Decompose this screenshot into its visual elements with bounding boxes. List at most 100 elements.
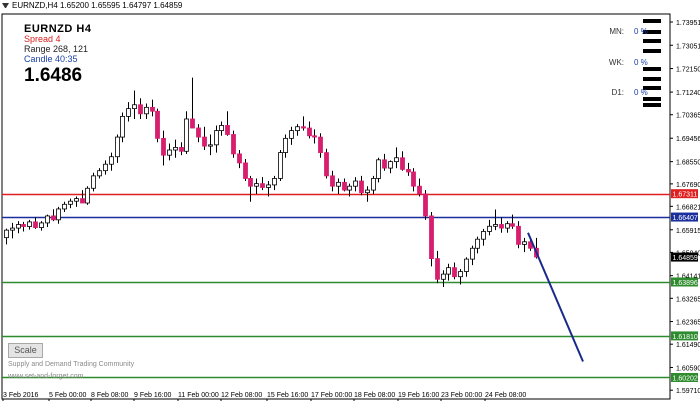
candle-body xyxy=(144,106,149,115)
candle-body xyxy=(307,127,312,137)
candle-body xyxy=(475,238,480,249)
candle-body xyxy=(382,159,387,169)
candle-body xyxy=(190,118,195,129)
tf-label: MN: xyxy=(609,27,624,36)
candle-body xyxy=(318,136,323,153)
price-tag-support: 1.60202 xyxy=(671,372,698,382)
tf-row-monthly: MN: 0 % xyxy=(602,27,647,36)
tf-indicator-bar xyxy=(643,19,661,23)
candle-body xyxy=(237,153,242,164)
candle-body xyxy=(4,229,9,239)
price-chart[interactable]: 1.73951 1.73051 1.72150 1.71240 1.70365 1.694… xyxy=(0,0,700,401)
x-tick-label: 17 Feb 00:00 xyxy=(311,392,352,399)
candle-body xyxy=(324,152,329,177)
candle-body xyxy=(150,106,155,112)
y-tick-label: 1.61490 xyxy=(676,342,700,349)
y-tick-label: 1.66821 xyxy=(676,204,700,211)
price-tag-support: 1.63896 xyxy=(671,277,698,287)
tf-indicator-bar xyxy=(643,77,661,81)
tf-value: 0 % xyxy=(634,58,648,67)
tf-indicator-bar xyxy=(643,97,661,101)
scale-button[interactable]: Scale xyxy=(8,343,43,358)
price-tag-label: 1.64859 xyxy=(673,255,698,262)
candle-body xyxy=(208,144,213,147)
candle-body xyxy=(312,135,317,138)
tf-row-weekly: WK: 0 % xyxy=(602,58,648,67)
y-tick-label: 1.67690 xyxy=(676,182,700,189)
candle-body xyxy=(248,178,253,187)
price-tag-label: 1.60202 xyxy=(673,375,698,382)
y-tick-label: 1.59710 xyxy=(676,388,700,395)
chart-window-title: EURNZD,H4 1.65200 1.65595 1.64797 1.6485… xyxy=(12,1,183,10)
candle-body xyxy=(219,125,224,132)
watermark-url: www.set-and-forget.com xyxy=(8,373,84,380)
candle-body xyxy=(464,258,469,272)
bid-price: 1.6486 xyxy=(24,65,83,86)
price-tag-label: 1.66407 xyxy=(673,215,698,222)
candle-body xyxy=(429,215,434,260)
candle-bear xyxy=(423,190,428,220)
tf-indicator-bar xyxy=(643,39,661,43)
tf-row-daily: D1: 0 % xyxy=(602,88,648,97)
candle-body xyxy=(365,189,370,194)
candle-body xyxy=(68,200,73,205)
x-tick-label: 18 Feb 08:00 xyxy=(354,392,395,399)
candle-body xyxy=(289,130,294,139)
candle-body xyxy=(155,110,160,139)
symbol-info-panel: EURNZD H4 Spread 4 Range 268, 121 Candle… xyxy=(24,24,91,87)
candle-body xyxy=(16,224,21,229)
candle-body xyxy=(400,157,405,170)
candle-body xyxy=(388,161,393,169)
candle-body xyxy=(225,125,230,135)
candle-body xyxy=(458,271,463,278)
candle-body xyxy=(301,126,306,129)
candle-body xyxy=(85,187,90,204)
candle-body xyxy=(353,180,358,187)
candle-body xyxy=(56,208,61,221)
price-tag-pivot: 1.66407 xyxy=(671,212,698,222)
candle-body xyxy=(202,136,207,147)
price-tag-label: 1.63896 xyxy=(673,280,698,287)
y-tick-label: 1.72150 xyxy=(676,67,700,74)
candle-body xyxy=(371,178,376,191)
x-tick-label: 8 Feb 08:00 xyxy=(91,392,128,399)
candle-body xyxy=(522,241,527,245)
candle-body xyxy=(516,225,521,245)
candle-body xyxy=(470,247,475,260)
candle-body xyxy=(487,225,492,232)
x-tick-label: 3 Feb 2016 xyxy=(3,392,39,399)
tf-indicator-bar xyxy=(643,49,661,53)
candle-body xyxy=(231,134,236,155)
x-tick-label: 5 Feb 00:00 xyxy=(49,392,86,399)
candle-bear xyxy=(231,130,236,158)
price-tag-resistance: 1.67311 xyxy=(671,189,698,199)
x-tick-label: 24 Feb 08:00 xyxy=(485,392,526,399)
candle-bull xyxy=(85,186,90,205)
candle-body xyxy=(260,183,265,188)
candle-body xyxy=(21,224,26,227)
candle-body xyxy=(97,170,102,177)
y-tick-label: 1.68550 xyxy=(676,160,700,167)
candle-body xyxy=(505,223,510,229)
candle-body xyxy=(254,183,259,187)
price-tag-support: 1.61810 xyxy=(671,331,698,341)
candle-body xyxy=(179,147,184,152)
candle-body xyxy=(499,224,504,229)
y-tick-label: 1.60590 xyxy=(676,365,700,372)
candle-bear xyxy=(429,212,434,267)
x-tick-label: 23 Feb 00:00 xyxy=(441,392,482,399)
price-tag-label: 1.61810 xyxy=(673,334,698,341)
candle-body xyxy=(167,149,172,156)
candle-body xyxy=(411,171,416,187)
candle-body xyxy=(493,224,498,227)
candle-body xyxy=(10,227,15,231)
candle-body xyxy=(109,156,114,165)
candle-body xyxy=(74,198,79,202)
candle-body xyxy=(196,127,201,138)
price-tag-label: 1.67311 xyxy=(673,192,698,199)
candle-body xyxy=(435,258,440,280)
candle-timer-readout: Candle 40:35 xyxy=(24,54,78,64)
candle-body xyxy=(214,130,219,146)
candle-body xyxy=(510,223,515,227)
x-tick-label: 12 Feb 08:00 xyxy=(221,392,262,399)
